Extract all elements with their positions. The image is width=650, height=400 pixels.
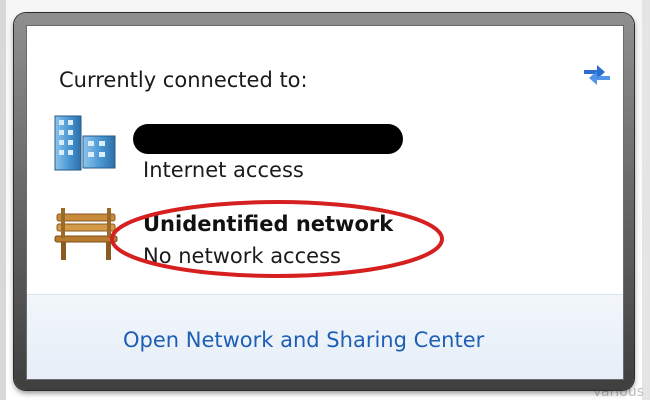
flyout-heading: Currently connected to: [59,68,308,92]
network-building-icon [54,115,116,171]
network-flyout-content: Currently connected to: Internet access … [26,25,624,380]
network-status: Internet access [143,158,304,182]
redacted-network-name [133,124,403,154]
background-window-edge [0,0,6,400]
network-name: Unidentified network [143,212,394,236]
network-item-unidentified[interactable]: Unidentified network No network access [27,198,623,278]
background-window-edge-right [642,0,650,400]
park-bench-icon [54,208,118,260]
network-item-connected[interactable]: Internet access [27,110,623,182]
screenshot-stage: Various Currently connected to: Internet… [0,0,650,400]
refresh-icon[interactable] [581,60,613,90]
network-flyout: Currently connected to: Internet access … [14,13,634,390]
open-network-sharing-center-link[interactable]: Open Network and Sharing Center [123,328,484,352]
flyout-footer: Open Network and Sharing Center [27,294,623,379]
network-status: No network access [143,244,341,268]
